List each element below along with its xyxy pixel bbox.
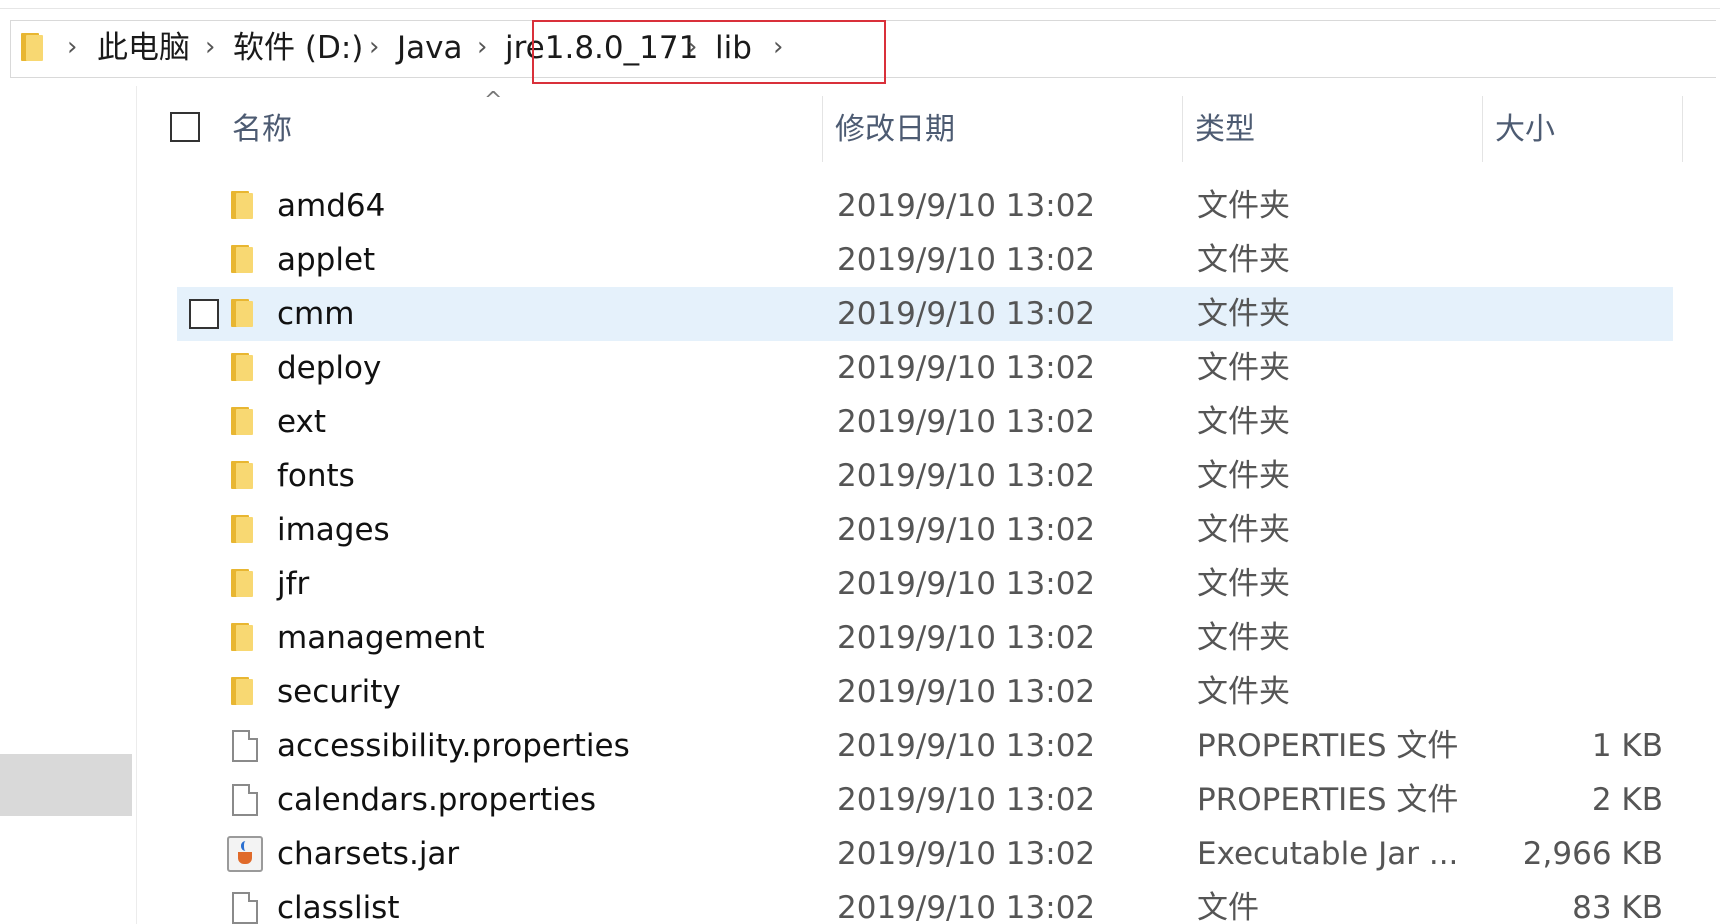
file-type: 文件夹 [1197,242,1290,278]
folder-icon [231,677,253,705]
folder-icon [231,515,253,543]
file-date: 2019/9/10 13:02 [837,242,1096,278]
chevron-right-icon[interactable]: › [477,21,487,77]
file-size: 2 KB [1591,782,1663,818]
file-date: 2019/9/10 13:02 [837,458,1096,494]
file-icon [232,784,258,816]
file-row[interactable]: jfr 2019/9/10 13:02 文件夹 [177,557,1673,611]
file-row-hovered[interactable]: cmm 2019/9/10 13:02 文件夹 [177,287,1673,341]
file-name[interactable]: security [277,665,401,719]
file-type: 文件夹 [1197,566,1290,602]
file-type: 文件夹 [1197,350,1290,386]
file-icon [232,730,258,762]
breadcrumb-item-this-pc[interactable]: 此电脑 [97,21,190,77]
file-row[interactable]: applet 2019/9/10 13:02 文件夹 [177,233,1673,287]
file-row[interactable]: ext 2019/9/10 13:02 文件夹 [177,395,1673,449]
file-size: 83 KB [1572,890,1663,924]
file-row[interactable]: management 2019/9/10 13:02 文件夹 [177,611,1673,665]
folder-icon [231,245,253,273]
file-row[interactable]: amd64 2019/9/10 13:02 文件夹 [177,179,1673,233]
file-name[interactable]: cmm [277,287,354,341]
chevron-right-icon[interactable]: › [205,21,215,77]
file-type: PROPERTIES 文件 [1197,782,1459,818]
column-header-date[interactable]: 修改日期 [835,96,955,164]
file-type: 文件 [1197,890,1259,924]
file-date: 2019/9/10 13:02 [837,890,1096,924]
window-top-edge [0,0,1720,9]
folder-icon [231,461,253,489]
file-name[interactable]: applet [277,233,375,287]
file-type: 文件夹 [1197,674,1290,710]
file-name[interactable]: amd64 [277,179,385,233]
folder-icon [21,33,43,61]
file-type: 文件夹 [1197,296,1290,332]
file-row[interactable]: security 2019/9/10 13:02 文件夹 [177,665,1673,719]
column-divider[interactable] [1182,96,1183,162]
file-type: 文件夹 [1197,458,1290,494]
file-type: Executable Jar ... [1197,836,1459,872]
folder-icon [231,623,253,651]
file-name[interactable]: management [277,611,485,665]
file-row[interactable]: deploy 2019/9/10 13:02 文件夹 [177,341,1673,395]
file-type: 文件夹 [1197,620,1290,656]
file-date: 2019/9/10 13:02 [837,350,1096,386]
navigation-pane-selected-item[interactable] [0,754,132,816]
file-icon [232,892,258,924]
row-checkbox[interactable] [189,299,219,329]
file-name[interactable]: deploy [277,341,381,395]
file-row[interactable]: accessibility.properties 2019/9/10 13:02… [177,719,1673,773]
column-header-type[interactable]: 类型 [1195,96,1255,164]
file-name[interactable]: accessibility.properties [277,719,630,773]
column-divider[interactable] [1682,96,1683,162]
file-date: 2019/9/10 13:02 [837,296,1096,332]
file-type: 文件夹 [1197,188,1290,224]
column-header-name[interactable]: 名称 [232,96,292,164]
file-name[interactable]: ext [277,395,326,449]
file-row[interactable]: classlist 2019/9/10 13:02 文件 83 KB [177,881,1673,924]
file-date: 2019/9/10 13:02 [837,512,1096,548]
file-name[interactable]: jfr [277,557,309,611]
folder-icon [231,407,253,435]
file-row[interactable]: calendars.properties 2019/9/10 13:02 PRO… [177,773,1673,827]
file-name[interactable]: classlist [277,881,400,924]
column-header-row: 名称 修改日期 类型 大小 [137,96,1683,164]
file-date: 2019/9/10 13:02 [837,728,1096,764]
file-name[interactable]: charsets.jar [277,827,459,881]
annotation-highlight-box [532,20,886,84]
file-size: 1 KB [1591,728,1663,764]
breadcrumb-item-java[interactable]: Java [397,21,462,77]
file-date: 2019/9/10 13:02 [837,836,1096,872]
chevron-right-icon[interactable]: › [67,21,77,77]
breadcrumb-item-drive-d[interactable]: 软件 (D:) [233,21,363,77]
file-date: 2019/9/10 13:02 [837,782,1096,818]
file-name[interactable]: fonts [277,449,355,503]
navigation-pane[interactable] [0,86,136,924]
file-date: 2019/9/10 13:02 [837,674,1096,710]
file-size: 2,966 KB [1522,836,1663,872]
pane-divider[interactable] [136,86,137,924]
folder-icon [231,191,253,219]
chevron-right-icon[interactable]: › [369,21,379,77]
file-type: PROPERTIES 文件 [1197,728,1459,764]
file-date: 2019/9/10 13:02 [837,188,1096,224]
folder-icon [231,299,253,327]
java-jar-icon [227,836,263,872]
file-type: 文件夹 [1197,512,1290,548]
file-date: 2019/9/10 13:02 [837,404,1096,440]
folder-icon [231,353,253,381]
file-date: 2019/9/10 13:02 [837,566,1096,602]
select-all-checkbox[interactable] [170,112,200,142]
column-header-size[interactable]: 大小 [1495,96,1555,164]
folder-icon [231,569,253,597]
file-date: 2019/9/10 13:02 [837,620,1096,656]
file-row[interactable]: fonts 2019/9/10 13:02 文件夹 [177,449,1673,503]
column-divider[interactable] [1482,96,1483,162]
file-name[interactable]: calendars.properties [277,773,596,827]
file-name[interactable]: images [277,503,390,557]
file-row[interactable]: charsets.jar 2019/9/10 13:02 Executable … [177,827,1673,881]
file-row[interactable]: images 2019/9/10 13:02 文件夹 [177,503,1673,557]
file-type: 文件夹 [1197,404,1290,440]
column-divider[interactable] [822,96,823,162]
